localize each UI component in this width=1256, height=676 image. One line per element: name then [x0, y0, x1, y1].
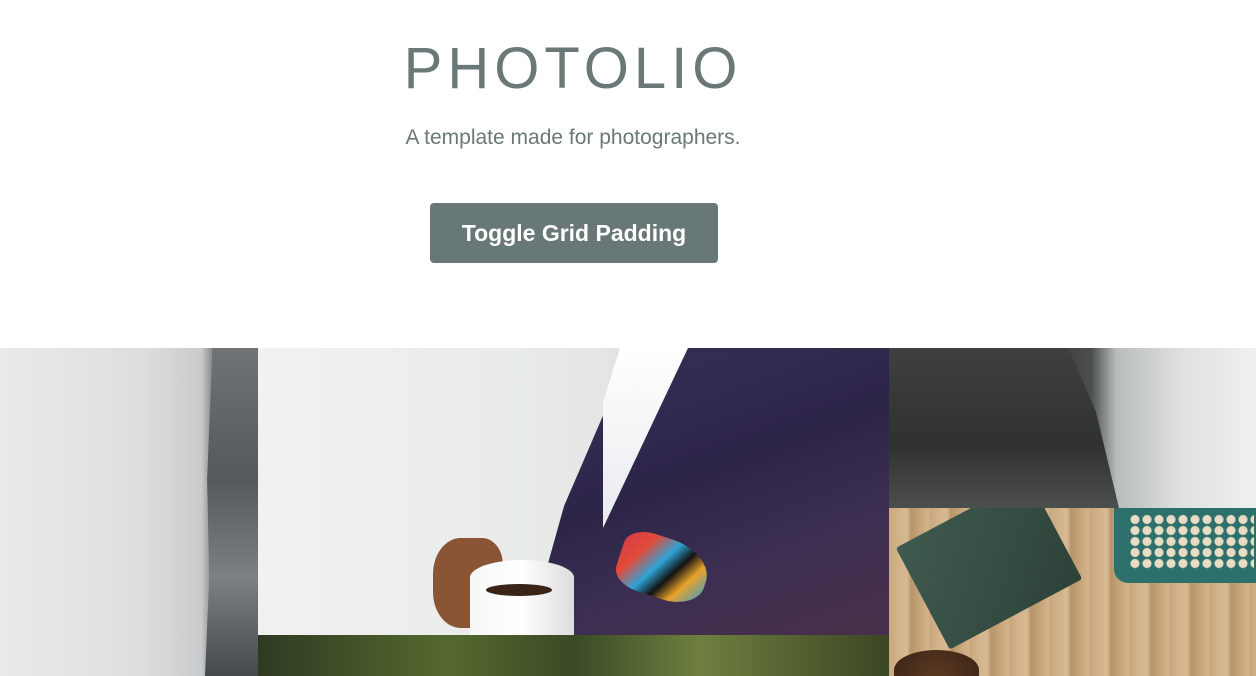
book-shape [895, 508, 1083, 650]
photo-tile-typewriter[interactable] [889, 508, 1256, 676]
site-title: PHOTOLIO [403, 36, 743, 101]
photo-tile-misty-cliff[interactable] [0, 348, 258, 676]
cliff-rock-shape [205, 348, 258, 676]
toggle-grid-padding-button[interactable]: Toggle Grid Padding [430, 203, 718, 263]
page-header: PHOTOLIO A template made for photographe… [0, 0, 1146, 348]
jacket-shape [528, 348, 889, 635]
photo-tile-foggy-mountain[interactable] [889, 348, 1256, 508]
pinecone-shape [894, 650, 979, 676]
mountain-peak-shape [889, 348, 1119, 508]
photo-grid [0, 348, 1256, 676]
coffee-cup-shape [470, 560, 574, 635]
photo-tile-suit-coffee[interactable] [258, 348, 889, 635]
typewriter-keys-shape [1129, 514, 1254, 570]
site-subtitle: A template made for photographers. [405, 126, 741, 149]
photo-tile-forest[interactable] [258, 635, 889, 676]
coffee-surface-shape [486, 584, 552, 596]
